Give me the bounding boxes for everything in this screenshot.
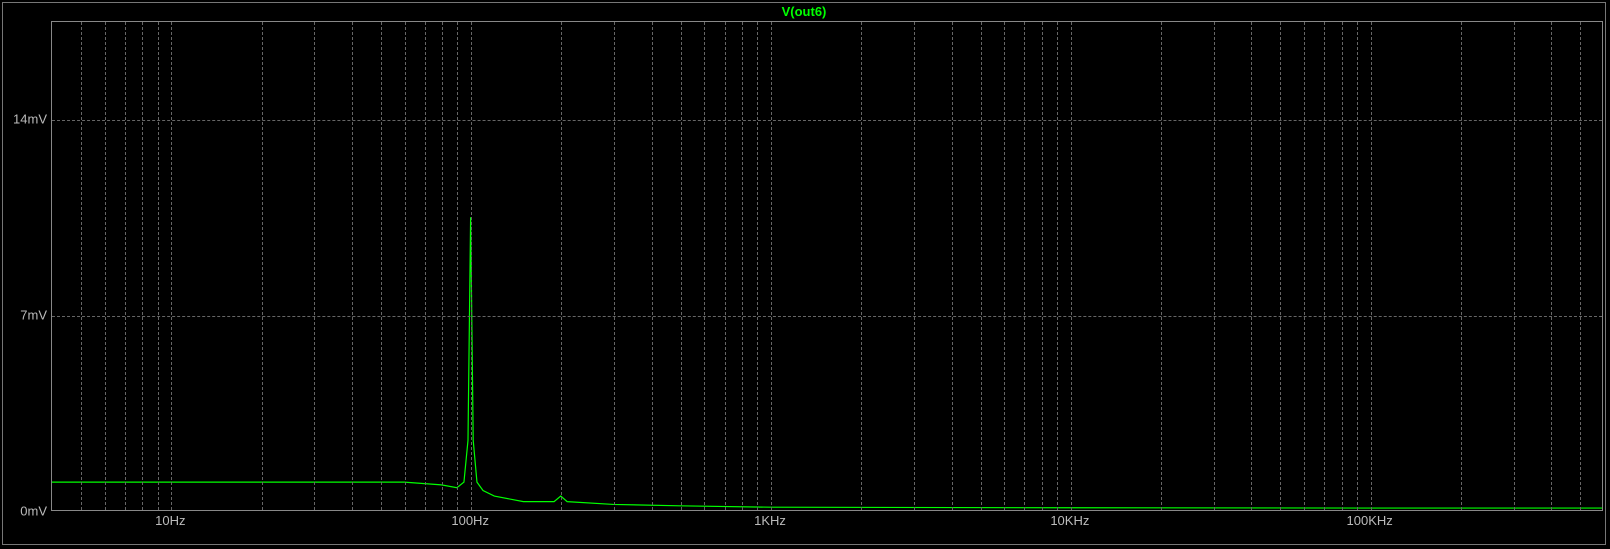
grid-line-v — [142, 22, 143, 510]
grid-line-v — [1304, 22, 1305, 510]
grid-line-v — [1551, 22, 1552, 510]
trace-title[interactable]: V(out6) — [782, 4, 827, 19]
grid-line-v — [81, 22, 82, 510]
x-tick-label: 100KHz — [1347, 513, 1393, 528]
grid-line-v — [614, 22, 615, 510]
grid-line-v — [405, 22, 406, 510]
grid-line-v — [1251, 22, 1252, 510]
grid-line-v — [125, 22, 126, 510]
grid-line-v — [1042, 22, 1043, 510]
trace-line — [52, 22, 1602, 510]
grid-line-v — [725, 22, 726, 510]
grid-line-v-major — [471, 22, 472, 510]
x-tick-label: 10KHz — [1050, 513, 1089, 528]
grid-line-v — [381, 22, 382, 510]
grid-line-v — [561, 22, 562, 510]
grid-line-v-major — [171, 22, 172, 510]
grid-line-v — [262, 22, 263, 510]
grid-line-v — [1161, 22, 1162, 510]
grid-line-v — [1004, 22, 1005, 510]
grid-line-v — [861, 22, 862, 510]
grid-line-v — [981, 22, 982, 510]
y-tick-label: 7mV — [20, 308, 47, 323]
grid-line-v-major — [771, 22, 772, 510]
grid-line-v — [314, 22, 315, 510]
grid-line-v — [1024, 22, 1025, 510]
grid-line-v — [1324, 22, 1325, 510]
x-tick-label: 1KHz — [754, 513, 786, 528]
grid-line-v — [1342, 22, 1343, 510]
grid-line-v — [681, 22, 682, 510]
grid-line-v — [1461, 22, 1462, 510]
grid-line-v — [1514, 22, 1515, 510]
grid-line-v — [1214, 22, 1215, 510]
grid-line-v — [158, 22, 159, 510]
grid-line-v-major — [1071, 22, 1072, 510]
grid-line-v — [914, 22, 915, 510]
grid-line-v — [704, 22, 705, 510]
x-tick-label: 100Hz — [451, 513, 489, 528]
x-tick-label: 10Hz — [155, 513, 185, 528]
waveform-window: V(out6) 10Hz 100Hz 1KHz 10KHz 100KHz 0mV 7mV 14… — [2, 2, 1606, 545]
grid-line-v — [742, 22, 743, 510]
grid-line-v — [105, 22, 106, 510]
grid-line-v — [1580, 22, 1581, 510]
plot-frame[interactable] — [51, 21, 1603, 511]
plot-area[interactable] — [52, 22, 1602, 510]
grid-line-v — [652, 22, 653, 510]
grid-line-v-major — [1371, 22, 1372, 510]
grid-line-h — [52, 316, 1602, 317]
grid-line-v — [1057, 22, 1058, 510]
y-tick-label: 0mV — [20, 504, 47, 519]
grid-line-h — [52, 120, 1602, 121]
grid-line-v — [952, 22, 953, 510]
y-tick-label: 14mV — [13, 112, 47, 127]
grid-line-v — [1357, 22, 1358, 510]
grid-line-v — [1280, 22, 1281, 510]
grid-line-v — [425, 22, 426, 510]
grid-line-v — [442, 22, 443, 510]
grid-line-v — [352, 22, 353, 510]
grid-line-v — [457, 22, 458, 510]
grid-line-v — [757, 22, 758, 510]
